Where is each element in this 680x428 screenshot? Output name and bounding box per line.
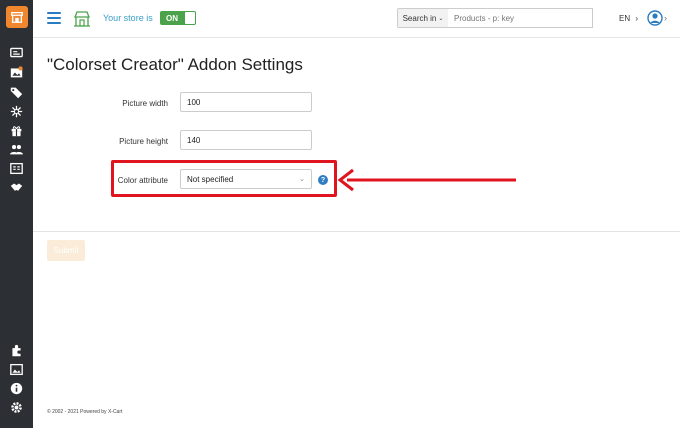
gift-icon[interactable]: [9, 123, 24, 138]
storefront-icon[interactable]: [73, 10, 91, 27]
user-icon[interactable]: [647, 10, 663, 26]
image-icon[interactable]: [9, 362, 24, 377]
store-status-label: Your store is: [103, 13, 153, 23]
orders-icon[interactable]: [9, 45, 24, 60]
annotation-highlight-box: [111, 160, 337, 197]
handshake-icon[interactable]: [9, 180, 24, 195]
catalog-icon[interactable]: [9, 65, 24, 80]
annotation-arrow-icon: [337, 168, 516, 192]
chevron-down-icon: ⌄: [438, 15, 444, 22]
picture-width-label: Picture width: [122, 99, 168, 108]
addons-icon[interactable]: [9, 343, 24, 358]
picture-height-input[interactable]: [180, 130, 312, 150]
store-toggle-label: ON: [166, 13, 178, 23]
sidebar: [0, 0, 33, 428]
toggle-knob: [185, 12, 195, 24]
top-bar: Your store is ON Search in ⌄ EN › ›: [33, 0, 680, 38]
content-icon[interactable]: [9, 161, 24, 176]
language-label: EN: [619, 14, 631, 23]
picture-width-input[interactable]: [180, 92, 312, 112]
search-in-label: Search in: [402, 13, 437, 23]
discounts-icon[interactable]: [9, 104, 24, 119]
search-input[interactable]: [448, 8, 593, 28]
info-icon[interactable]: [9, 381, 24, 396]
submit-button[interactable]: Submit: [47, 240, 85, 261]
language-selector[interactable]: EN ›: [619, 14, 638, 23]
xcart-logo[interactable]: [6, 6, 28, 28]
picture-height-label: Picture height: [119, 137, 168, 146]
users-icon[interactable]: [9, 142, 24, 157]
tags-icon[interactable]: [9, 85, 24, 100]
search-in-button[interactable]: Search in ⌄: [397, 8, 449, 28]
user-menu-chevron-icon[interactable]: ›: [664, 13, 667, 23]
page-title: "Colorset Creator" Addon Settings: [47, 55, 303, 74]
chevron-right-icon: ›: [635, 14, 639, 23]
divider: [33, 231, 680, 232]
store-status-toggle[interactable]: ON: [160, 11, 196, 25]
footer-copyright: © 2002 - 2021 Powered by X-Cart: [47, 409, 123, 415]
store-logo-icon: [11, 11, 23, 23]
menu-toggle-icon[interactable]: [47, 12, 61, 24]
settings-icon[interactable]: [9, 400, 24, 415]
